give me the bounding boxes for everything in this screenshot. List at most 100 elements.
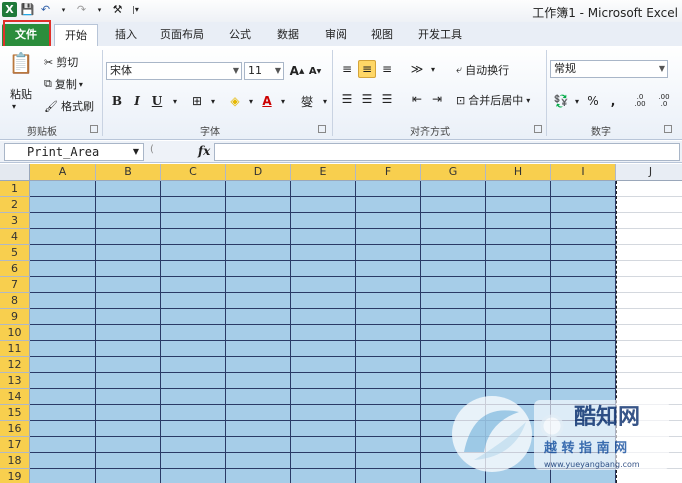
cell[interactable] bbox=[96, 373, 161, 389]
cell[interactable] bbox=[226, 437, 291, 453]
decrease-decimal-button[interactable]: .00 .0 bbox=[654, 92, 674, 110]
wrap-text-button[interactable]: ⤶ 自动换行 bbox=[456, 62, 509, 78]
cell[interactable] bbox=[356, 277, 421, 293]
cell[interactable] bbox=[616, 197, 682, 213]
cell[interactable] bbox=[291, 197, 356, 213]
cell[interactable] bbox=[421, 277, 486, 293]
cell[interactable] bbox=[226, 341, 291, 357]
cell[interactable] bbox=[356, 181, 421, 197]
cell[interactable] bbox=[30, 181, 96, 197]
cell[interactable] bbox=[551, 341, 616, 357]
row-header[interactable]: 11 bbox=[0, 341, 30, 357]
cell[interactable] bbox=[226, 421, 291, 437]
cell[interactable] bbox=[30, 453, 96, 469]
row-header[interactable]: 16 bbox=[0, 421, 30, 437]
cell[interactable] bbox=[291, 453, 356, 469]
cell[interactable] bbox=[161, 245, 226, 261]
cell[interactable] bbox=[291, 325, 356, 341]
cell[interactable] bbox=[356, 389, 421, 405]
chevron-down-icon[interactable]: ▾ bbox=[56, 2, 71, 17]
chevron-down-icon[interactable]: ▾ bbox=[92, 2, 107, 17]
cell[interactable] bbox=[291, 309, 356, 325]
cell[interactable] bbox=[486, 357, 551, 373]
shrink-font-button[interactable]: A ▼ bbox=[306, 62, 324, 80]
row-header[interactable]: 3 bbox=[0, 213, 30, 229]
cell[interactable] bbox=[30, 373, 96, 389]
cell[interactable] bbox=[30, 261, 96, 277]
cell[interactable] bbox=[291, 389, 356, 405]
cell[interactable] bbox=[96, 197, 161, 213]
chevron-down-icon[interactable]: ▾ bbox=[166, 92, 184, 110]
cell[interactable] bbox=[161, 229, 226, 245]
save-icon[interactable]: 💾 bbox=[20, 2, 35, 17]
cell[interactable] bbox=[551, 229, 616, 245]
cell[interactable] bbox=[96, 453, 161, 469]
cell[interactable] bbox=[161, 437, 226, 453]
cell[interactable] bbox=[616, 261, 682, 277]
cell[interactable] bbox=[421, 325, 486, 341]
cell[interactable] bbox=[226, 469, 291, 483]
tab-page-layout[interactable]: 页面布局 bbox=[154, 24, 210, 46]
cell[interactable] bbox=[486, 213, 551, 229]
cell[interactable] bbox=[291, 213, 356, 229]
cell[interactable] bbox=[96, 261, 161, 277]
cell[interactable] bbox=[356, 405, 421, 421]
cell[interactable] bbox=[551, 357, 616, 373]
tab-review[interactable]: 审阅 bbox=[316, 24, 356, 46]
cell[interactable] bbox=[291, 373, 356, 389]
excel-logo-icon[interactable]: X bbox=[2, 2, 17, 17]
cell[interactable] bbox=[161, 261, 226, 277]
cell[interactable] bbox=[161, 405, 226, 421]
cell[interactable] bbox=[96, 309, 161, 325]
cell[interactable] bbox=[30, 341, 96, 357]
cell[interactable] bbox=[30, 325, 96, 341]
chevron-down-icon[interactable]: ▾ bbox=[12, 102, 16, 111]
tools-icon[interactable]: ⚒ bbox=[110, 2, 125, 17]
cell[interactable] bbox=[30, 469, 96, 483]
align-middle-icon[interactable]: ≡ bbox=[358, 60, 376, 78]
tab-developer[interactable]: 开发工具 bbox=[410, 24, 470, 46]
cell[interactable] bbox=[161, 325, 226, 341]
cell[interactable] bbox=[291, 437, 356, 453]
customize-qat-icon[interactable]: |▾ bbox=[128, 2, 143, 17]
chevron-down-icon[interactable]: ▾ bbox=[204, 92, 222, 110]
name-box[interactable]: Print_Area ▼ bbox=[4, 143, 144, 161]
cell[interactable] bbox=[291, 405, 356, 421]
tab-home[interactable]: 开始 bbox=[54, 24, 98, 46]
cell[interactable] bbox=[421, 245, 486, 261]
decrease-indent-icon[interactable]: ⇤ bbox=[408, 90, 426, 108]
cell[interactable] bbox=[551, 293, 616, 309]
cell[interactable] bbox=[96, 325, 161, 341]
cell[interactable] bbox=[486, 229, 551, 245]
cell[interactable] bbox=[486, 325, 551, 341]
cell[interactable] bbox=[356, 293, 421, 309]
cell[interactable] bbox=[226, 181, 291, 197]
formula-bar-resize-handle[interactable]: ( bbox=[150, 144, 154, 155]
column-header[interactable]: C bbox=[161, 164, 226, 181]
cell[interactable] bbox=[226, 405, 291, 421]
column-header[interactable]: H bbox=[486, 164, 551, 181]
row-header[interactable]: 7 bbox=[0, 277, 30, 293]
cell[interactable] bbox=[551, 197, 616, 213]
cell[interactable] bbox=[421, 357, 486, 373]
cell[interactable] bbox=[226, 261, 291, 277]
redo-icon[interactable]: ↷ bbox=[74, 2, 89, 17]
cell[interactable] bbox=[96, 213, 161, 229]
cell[interactable] bbox=[551, 245, 616, 261]
cell[interactable] bbox=[226, 277, 291, 293]
cell[interactable] bbox=[486, 309, 551, 325]
cell[interactable] bbox=[616, 213, 682, 229]
cell[interactable] bbox=[96, 469, 161, 483]
cell[interactable] bbox=[96, 293, 161, 309]
cell[interactable] bbox=[161, 341, 226, 357]
dialog-launcher-icon[interactable] bbox=[534, 125, 542, 133]
cell[interactable] bbox=[356, 309, 421, 325]
cell[interactable] bbox=[291, 421, 356, 437]
cell[interactable] bbox=[96, 229, 161, 245]
cell[interactable] bbox=[30, 277, 96, 293]
cell[interactable] bbox=[356, 213, 421, 229]
chevron-down-icon[interactable]: ▾ bbox=[424, 60, 442, 78]
cell[interactable] bbox=[291, 469, 356, 483]
row-header[interactable]: 13 bbox=[0, 373, 30, 389]
cell[interactable] bbox=[226, 213, 291, 229]
